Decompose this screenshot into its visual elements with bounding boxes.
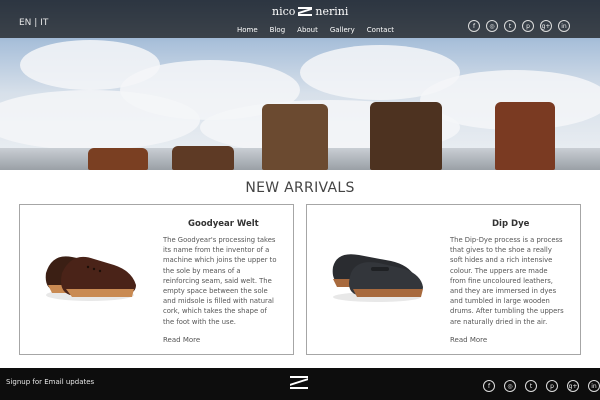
instagram-icon[interactable]: ◎	[486, 20, 498, 32]
product-card-goodyear: Goodyear Welt The Goodyear's processing …	[19, 204, 294, 355]
product-title: Dip Dye	[492, 219, 530, 229]
pinterest-icon[interactable]: p	[522, 20, 534, 32]
footer-logo-icon[interactable]	[290, 376, 308, 389]
product-description: The Goodyear's processing takes its name…	[163, 236, 277, 326]
nav-about[interactable]: About	[297, 26, 318, 34]
hero-shoe-5	[495, 102, 555, 170]
email-signup-link[interactable]: Signup for Email updates	[6, 378, 94, 386]
logo-text-right: nerini	[315, 5, 349, 18]
nav-home[interactable]: Home	[237, 26, 258, 34]
main-nav: Home Blog About Gallery Contact	[237, 26, 394, 34]
hero-shoe-3	[262, 104, 328, 170]
hero-shoe-4	[370, 102, 442, 170]
linkedin-icon[interactable]: in	[558, 20, 570, 32]
twitter-icon[interactable]: t	[504, 20, 516, 32]
instagram-icon[interactable]: ◎	[504, 380, 516, 392]
product-description: The Dip-Dye process is a process that gi…	[450, 236, 564, 326]
hero-shoe-2	[172, 146, 234, 170]
logo-text-left: nico	[272, 5, 296, 18]
pinterest-icon[interactable]: p	[546, 380, 558, 392]
site-logo[interactable]: nico nerini	[272, 5, 348, 18]
header-social-links: f ◎ t p g+ in	[468, 20, 570, 32]
nav-blog[interactable]: Blog	[270, 26, 285, 34]
facebook-icon[interactable]: f	[468, 20, 480, 32]
hero-shoe-1	[88, 148, 148, 170]
product-title: Goodyear Welt	[188, 219, 259, 229]
nav-contact[interactable]: Contact	[367, 26, 394, 34]
language-switch[interactable]: EN | IT	[19, 18, 48, 28]
google-plus-icon[interactable]: g+	[540, 20, 552, 32]
facebook-icon[interactable]: f	[483, 380, 495, 392]
shoe-image	[45, 256, 136, 301]
footer-social-links: f ◎ t p g+ in	[483, 380, 600, 392]
twitter-icon[interactable]: t	[525, 380, 537, 392]
read-more-link[interactable]: Read More	[450, 336, 487, 344]
product-card-dipdye: Dip Dye The Dip-Dye process is a process…	[306, 204, 581, 355]
linkedin-icon[interactable]: in	[588, 380, 600, 392]
shoe-image	[332, 254, 423, 302]
google-plus-icon[interactable]: g+	[567, 380, 579, 392]
logo-mark-icon	[298, 7, 313, 16]
section-title: NEW ARRIVALS	[245, 180, 355, 196]
nav-gallery[interactable]: Gallery	[330, 26, 355, 34]
read-more-link[interactable]: Read More	[163, 336, 200, 344]
